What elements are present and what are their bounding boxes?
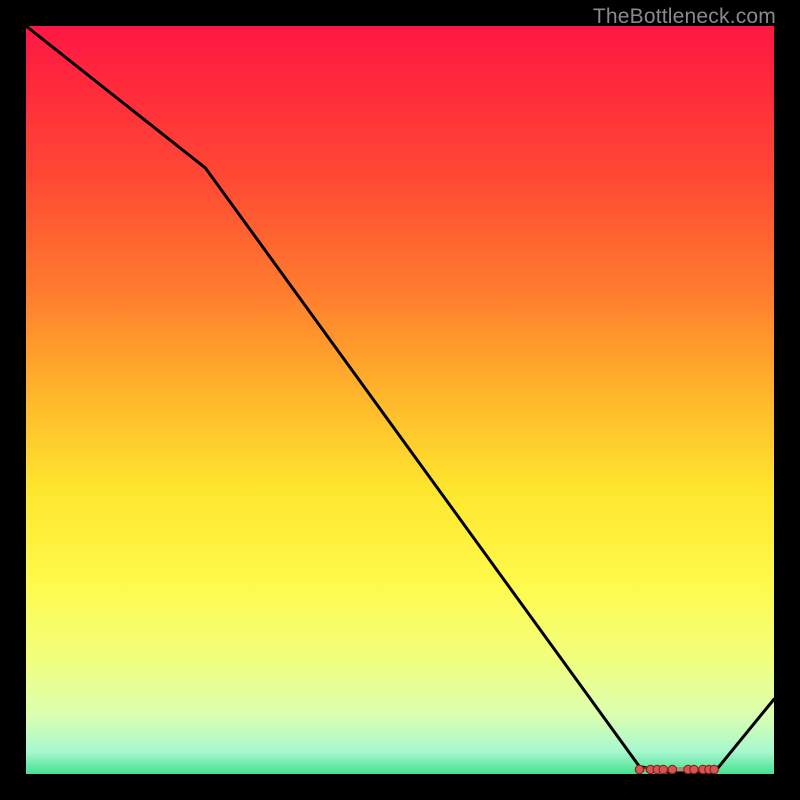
chart-marker bbox=[659, 765, 667, 773]
chart-marker bbox=[690, 765, 698, 773]
chart-frame: TheBottleneck.com bbox=[0, 0, 800, 800]
plot-area bbox=[26, 26, 774, 774]
chart-marker bbox=[635, 765, 643, 773]
chart-svg bbox=[26, 26, 774, 774]
chart-marker bbox=[668, 765, 676, 773]
chart-background-gradient bbox=[26, 26, 774, 774]
chart-marker bbox=[710, 765, 718, 773]
